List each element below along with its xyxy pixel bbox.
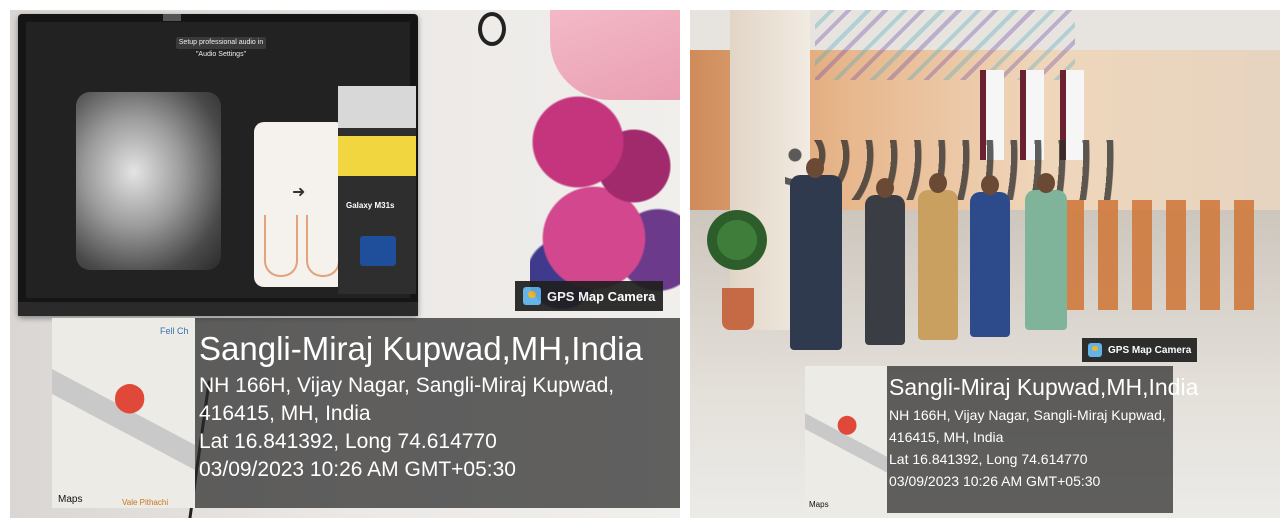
person (865, 195, 905, 345)
map-place-label: Vale Pithachi (122, 498, 169, 507)
maps-logo: Maps (809, 500, 829, 509)
potted-plant (702, 205, 772, 275)
location-info-box: Sangli-Miraj Kupwad,MH,India NH 166H, Vi… (887, 366, 1199, 513)
map-road (52, 357, 195, 491)
video-call-sidebar: Galaxy M31s (338, 86, 416, 294)
timestamp: 03/09/2023 10:26 AM GMT+05:30 (889, 473, 1101, 489)
gps-map-camera-badge: GPS Map Camera (1082, 338, 1198, 362)
person (790, 175, 842, 350)
person (1025, 190, 1067, 330)
screen-banner: Setup professional audio in "Audio Setti… (176, 37, 266, 58)
person-head (806, 158, 824, 178)
location-title: Sangli-Miraj Kupwad,MH,India (199, 330, 643, 367)
map-pin-icon: ⬤ (114, 381, 146, 412)
paper-flowers (530, 70, 680, 310)
coordinates: Lat 16.841392, Long 74.614770 (199, 430, 497, 453)
gps-badge-label: GPS Map Camera (1108, 344, 1192, 356)
gps-camera-icon (523, 287, 541, 305)
person (970, 192, 1010, 337)
webcam (163, 14, 181, 21)
map-thumbnail: ⬤ Maps (805, 366, 887, 513)
plant-pot (722, 288, 754, 330)
gps-map-camera-badge: GPS Map Camera (515, 281, 664, 311)
timestamp: 03/09/2023 10:26 AM GMT+05:30 (199, 458, 516, 481)
map-pin-icon: ⬤ (837, 414, 858, 434)
address-line-1: NH 166H, Vijay Nagar, Sangli-Miraj Kupwa… (889, 407, 1166, 423)
screen-bezel (18, 302, 418, 316)
maps-logo: Maps (58, 494, 83, 505)
gps-camera-icon (1088, 343, 1102, 357)
person (918, 190, 958, 340)
person-head (1037, 173, 1055, 193)
tooth-outline (264, 215, 298, 277)
participant-tile (338, 136, 416, 176)
address-line-1: NH 166H, Vijay Nagar, Sangli-Miraj Kupwa… (199, 374, 615, 397)
person-head (981, 175, 999, 195)
address-line-2: 416415, MH, India (199, 402, 371, 425)
display-screen: Setup professional audio in "Audio Setti… (18, 14, 418, 316)
participant-tile (360, 236, 396, 266)
coordinates: Lat 16.841392, Long 74.614770 (889, 451, 1088, 467)
arrow-icon: ➜ (292, 184, 306, 201)
map-place-label: Fell Ch (160, 326, 189, 336)
address-line-2: 416415, MH, India (889, 429, 1004, 445)
tooth-diagram: ➜ (254, 122, 346, 287)
person-head (876, 178, 894, 198)
screen-content: Setup professional audio in "Audio Setti… (26, 22, 416, 298)
photo-classroom: GPS Map Camera ⬤ Maps Sangli-Miraj Kupwa… (690, 10, 1280, 518)
location-info-box: Sangli-Miraj Kupwad,MH,India NH 166H, Vi… (195, 318, 680, 508)
tooth-outline (306, 215, 340, 277)
participant-tile (338, 86, 416, 128)
photo-seminar-screen: Setup professional audio in "Audio Setti… (10, 10, 680, 518)
location-title: Sangli-Miraj Kupwad,MH,India (889, 374, 1199, 400)
dental-xray-image (76, 92, 221, 270)
map-thumbnail: ⬤ Fell Ch Maps Vale Pithachi (52, 318, 195, 508)
gps-badge-label: GPS Map Camera (547, 288, 656, 304)
person-head (929, 173, 947, 193)
decorative-ring (478, 12, 506, 46)
sidebar-caption: Galaxy M31s (346, 201, 395, 210)
